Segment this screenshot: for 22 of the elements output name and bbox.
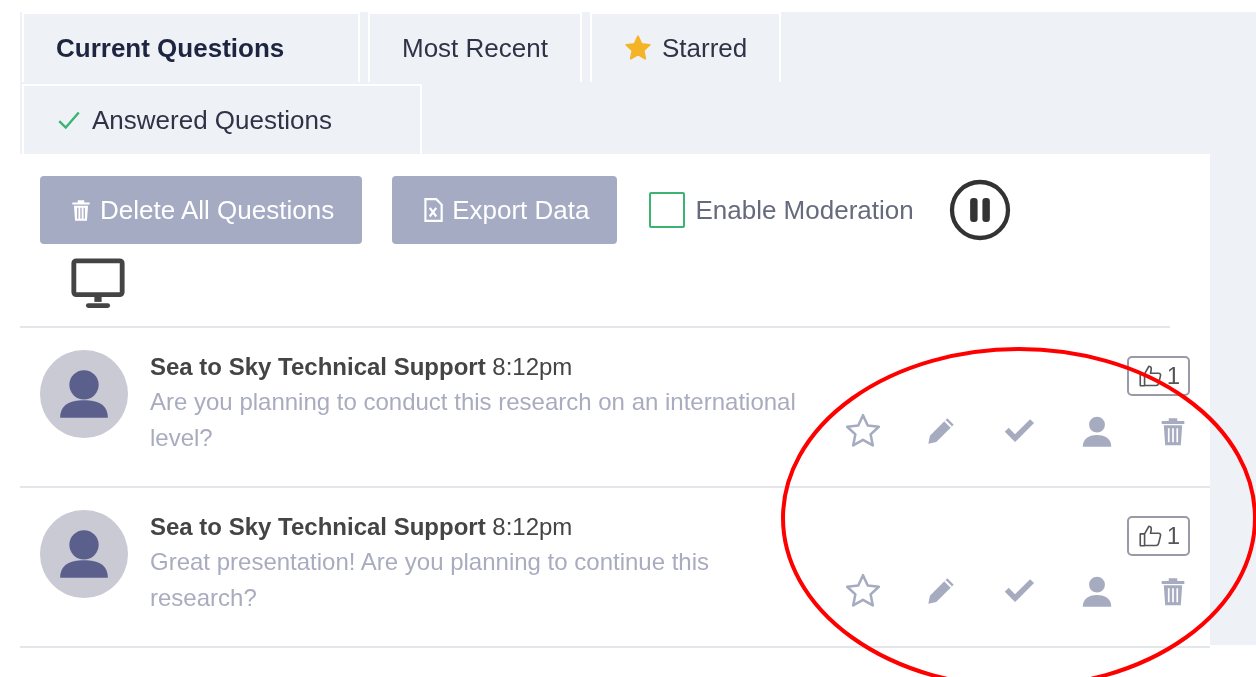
pause-button[interactable] — [947, 178, 1012, 242]
avatar-icon — [40, 510, 128, 598]
tab[interactable]: Current Questions — [22, 12, 360, 82]
like-button[interactable]: 1 — [1126, 516, 1190, 556]
star-icon[interactable] — [844, 412, 882, 450]
star-icon[interactable] — [844, 572, 882, 610]
thumbs-up-icon — [1136, 363, 1163, 389]
checkbox[interactable] — [649, 192, 686, 228]
star-icon — [623, 34, 652, 62]
question-text: Are you planning to conduct this research on an international level? — [150, 387, 797, 453]
timestamp: 8:12pm — [492, 513, 573, 540]
like-button[interactable]: 1 — [1126, 356, 1190, 396]
avatar-icon — [40, 350, 128, 438]
tab[interactable]: Starred — [589, 12, 782, 82]
thumbs-up-icon — [1136, 523, 1163, 549]
tab[interactable]: Most Recent — [368, 12, 582, 82]
tab[interactable]: Answered Questions — [22, 84, 422, 154]
author-name: Sea to Sky Technical Support — [150, 353, 486, 380]
author-name: Sea to Sky Technical Support — [150, 513, 486, 540]
question-text: Great presentation! Are you planning to continue this research? — [150, 547, 711, 613]
timestamp: 8:12pm — [492, 353, 573, 380]
checkbox-label: Enable Moderation — [695, 194, 914, 226]
